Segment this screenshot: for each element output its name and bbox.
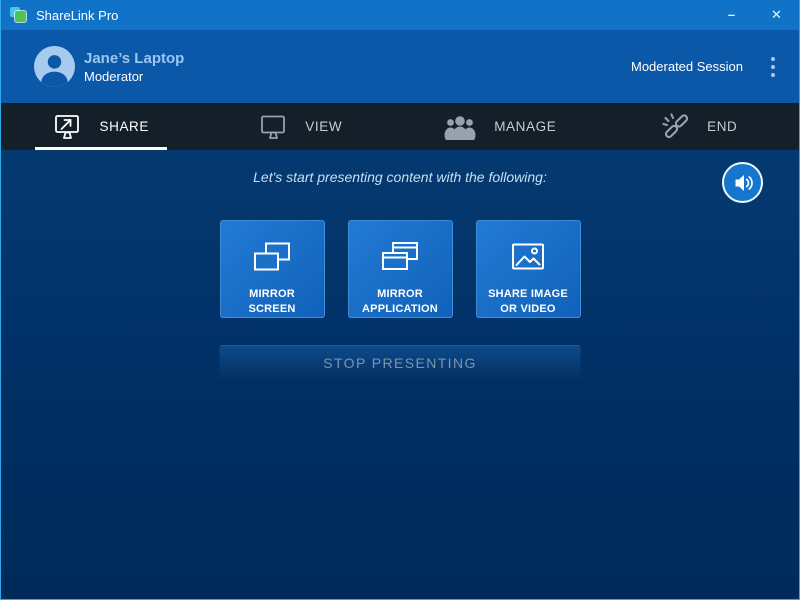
share-image-video-button[interactable]: SHARE IMAGE OR VIDEO: [476, 220, 581, 318]
mirror-application-icon: [378, 238, 422, 277]
session-header: Jane’s Laptop Moderator Moderated Sessio…: [1, 30, 799, 103]
mirror-screen-icon: [250, 238, 294, 277]
share-image-video-label: SHARE IMAGE OR VIDEO: [480, 287, 576, 317]
tab-view[interactable]: VIEW: [201, 103, 401, 150]
tab-view-label: VIEW: [305, 119, 342, 134]
monitor-icon: [258, 112, 288, 142]
identity-block: Jane’s Laptop Moderator: [84, 49, 631, 85]
role-label: Moderator: [84, 68, 631, 85]
window-title: ShareLink Pro: [36, 8, 118, 23]
instruction-text: Let's start presenting content with the …: [1, 169, 799, 185]
tab-manage-label: MANAGE: [494, 119, 556, 134]
tab-share-label: SHARE: [99, 119, 149, 134]
window-controls: – ✕: [709, 0, 799, 30]
tab-end-label: END: [707, 119, 737, 134]
people-icon: [443, 114, 477, 140]
kebab-menu-icon[interactable]: [769, 53, 777, 81]
broken-link-icon: [661, 112, 690, 141]
device-name: Jane’s Laptop: [84, 49, 631, 68]
header-right: Moderated Session: [631, 53, 777, 81]
mirror-screen-button[interactable]: MIRROR SCREEN: [220, 220, 325, 318]
titlebar: ShareLink Pro – ✕: [1, 0, 799, 30]
mirror-screen-label: MIRROR SCREEN: [224, 287, 320, 317]
tab-manage[interactable]: MANAGE: [400, 103, 600, 150]
stop-presenting-button[interactable]: STOP PRESENTING: [220, 345, 581, 380]
share-screen-icon: [52, 112, 82, 142]
close-button[interactable]: ✕: [754, 0, 799, 30]
audio-mute-button[interactable]: [722, 162, 763, 203]
titlebar-left: ShareLink Pro: [10, 6, 118, 24]
tab-share[interactable]: SHARE: [1, 103, 201, 150]
avatar: [34, 46, 75, 87]
minimize-button[interactable]: –: [709, 0, 754, 30]
logo-green-square: [15, 11, 26, 22]
main-nav: SHARE VIEW: [1, 103, 799, 150]
tab-end[interactable]: END: [600, 103, 800, 150]
share-buttons-row: MIRROR SCREEN MIRROR APPLICATION: [1, 220, 799, 318]
app-window: ShareLink Pro – ✕ Jane’s Laptop Moderato…: [0, 0, 800, 600]
session-type-label: Moderated Session: [631, 59, 743, 74]
mirror-application-button[interactable]: MIRROR APPLICATION: [348, 220, 453, 318]
speaker-icon: [731, 171, 755, 195]
person-icon: [34, 46, 75, 87]
share-panel: Let's start presenting content with the …: [1, 150, 799, 599]
mirror-application-label: MIRROR APPLICATION: [352, 287, 448, 317]
image-icon: [506, 238, 550, 277]
app-logo-icon: [10, 6, 28, 24]
